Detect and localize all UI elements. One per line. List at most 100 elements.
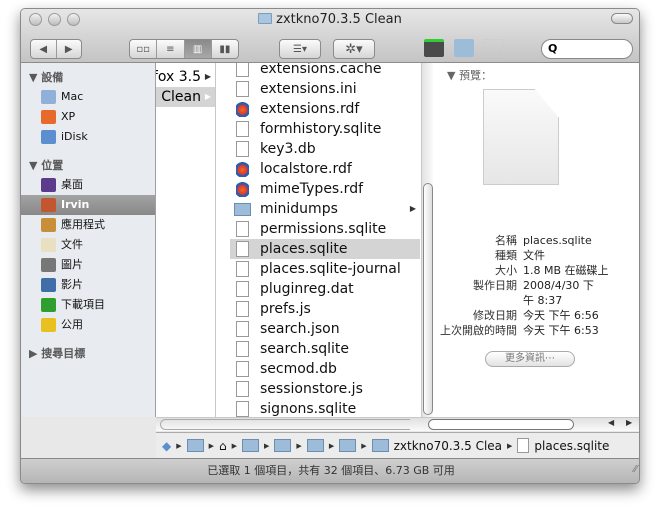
firefox-document-icon [236,101,249,117]
finder-window: zxtkno70.3.5 Clean ◀ ▶ ▫▫ ≡ ▥ ▮▮ ☰▾ ✲▾ Q … [20,8,640,484]
file-name: permissions.sqlite [260,221,387,237]
idisk-icon [41,130,56,144]
file-name: mimeTypes.rdf [260,181,364,197]
sidebar-item[interactable]: 桌面 [21,175,155,195]
sidebar-item-label: 應用程式 [61,218,105,231]
file-row[interactable]: sessionstore.js [230,379,420,399]
scroll-thumb[interactable] [423,183,433,415]
library-folder-icon[interactable] [242,439,260,452]
info-row: 大小 1.8 MB 在磁碟上 [433,263,639,278]
column-item[interactable]: Firefox 3.5▶ [156,67,215,87]
info-value: 1.8 MB 在磁碟上 [523,264,609,277]
sidebar-section-header[interactable]: ▼ 設備 [29,69,63,85]
forward-button[interactable]: ▶ [57,40,82,58]
sidebar-item-label: XP [61,110,76,123]
user-folder-icon[interactable] [186,439,204,452]
sidebar-item[interactable]: 影片 [21,275,155,295]
info-key [433,293,523,308]
sidebar-section-header[interactable]: ▶ 搜尋目標 [29,345,85,361]
vertical-scrollbar[interactable] [421,63,433,417]
windows-icon [41,110,56,124]
sidebar-item[interactable]: Mac [21,87,155,107]
folder-icon[interactable] [274,439,292,452]
home-icon[interactable]: ⌂ [219,439,227,453]
scroll-right-button[interactable]: ▶ [626,418,632,427]
resize-grip-icon[interactable]: ⁄⁄ [634,458,637,482]
file-row[interactable]: mimeTypes.rdf [230,179,420,199]
sidebar-item[interactable]: 圖片 [21,255,155,275]
sidebar-item[interactable]: 應用程式 [21,215,155,235]
preview-label: ▼ 預覽： [447,69,492,82]
back-button[interactable]: ◀ [31,40,57,58]
file-row[interactable]: key3.db [230,139,420,159]
grid-icon[interactable] [484,39,504,57]
sidebar-item[interactable]: 文件 [21,235,155,255]
sidebar-item-label: 圖片 [61,258,83,271]
file-row[interactable]: search.sqlite [230,339,420,359]
file-row[interactable]: extensions.ini [230,79,420,99]
file-row[interactable]: places.sqlite [230,239,420,259]
file-row[interactable]: signons.sqlite [230,399,420,417]
file-row[interactable]: formhistory.sqlite [230,119,420,139]
sidebar-item-label: Mac [61,90,84,103]
action-button[interactable]: ✲▾ [333,39,375,59]
install-icon[interactable] [424,39,444,57]
computer-icon[interactable]: ◆ [162,439,171,453]
file-row[interactable]: localstore.rdf [230,159,420,179]
folder-icon[interactable] [371,439,389,452]
sidebar: ▼ 設備 Mac XP iDisk ▼ 位置桌面 Irvin 應用程式文件圖片影片下載項目公… [21,63,156,417]
toolbar-toggle-button[interactable] [611,13,633,24]
sidebar-item-label: 影片 [61,278,83,291]
sidebar-item-label: 桌面 [61,178,83,191]
folder-icon[interactable] [306,439,324,452]
column-view-button[interactable]: ▥ [184,40,212,58]
file-row[interactable]: places.sqlite-journal [230,259,420,279]
info-row: 種類 文件 [433,248,639,263]
window-title: zxtkno70.3.5 Clean [21,12,639,27]
file-icon [236,341,249,357]
column-item[interactable]: zxtkno70.3.5 Clean▶ [156,87,215,107]
file-row[interactable]: prefs.js [230,299,420,319]
toolbar: zxtkno70.3.5 Clean ◀ ▶ ▫▫ ≡ ▥ ▮▮ ☰▾ ✲▾ Q [21,9,639,63]
folder-icon[interactable] [339,439,357,452]
file-icon [236,141,249,157]
file-row[interactable]: minidumps ▶ [230,199,420,219]
info-row: 午 8:37 [433,293,639,308]
horizontal-scrollbar[interactable]: ◀ ▶ [156,417,639,431]
file-icon [236,221,249,237]
firefox-document-icon [236,181,249,197]
list-view-button[interactable]: ≡ [157,40,185,58]
file-name: localstore.rdf [260,161,352,177]
folder-icon [258,13,273,24]
file-row[interactable]: secmod.db [230,359,420,379]
more-info-button[interactable]: 更多資訊⋯ [485,351,575,367]
search-input[interactable]: Q [541,39,633,59]
mac-icon [41,90,56,104]
coverflow-view-button[interactable]: ▮▮ [212,40,238,58]
file-row[interactable]: pluginreg.dat [230,279,420,299]
new-folder-icon[interactable] [454,39,474,57]
column-item-label: Firefox 3.5 [156,69,201,85]
file-row[interactable]: search.json [230,319,420,339]
file-row[interactable]: permissions.sqlite [230,219,420,239]
sidebar-item[interactable]: XP [21,107,155,127]
folder-icon [234,203,251,216]
sidebar-item[interactable]: Irvin [21,195,155,215]
home-icon [41,198,56,212]
path-folder[interactable]: zxtkno70.3.5 Clea [394,439,502,453]
scroll-thumb[interactable] [428,419,574,430]
file-row[interactable]: extensions.cache [230,63,420,79]
file-icon [236,121,249,137]
file-row[interactable]: extensions.rdf [230,99,420,119]
info-value: 2008/4/30 下 [523,279,594,292]
icon-view-button[interactable]: ▫▫ [130,40,158,58]
sidebar-section-header[interactable]: ▼ 位置 [29,157,63,173]
file-name: minidumps [260,201,338,217]
path-file[interactable]: places.sqlite [534,439,609,453]
scroll-left-button[interactable]: ◀ [608,418,614,427]
file-info: 名稱 places.sqlite 種類 文件 大小 1.8 MB 在磁碟上 製作日期 2008… [433,233,639,338]
sidebar-item[interactable]: iDisk [21,127,155,147]
sidebar-item[interactable]: 下載項目 [21,295,155,315]
arrange-button[interactable]: ☰▾ [279,39,321,59]
sidebar-item[interactable]: 公用 [21,315,155,335]
